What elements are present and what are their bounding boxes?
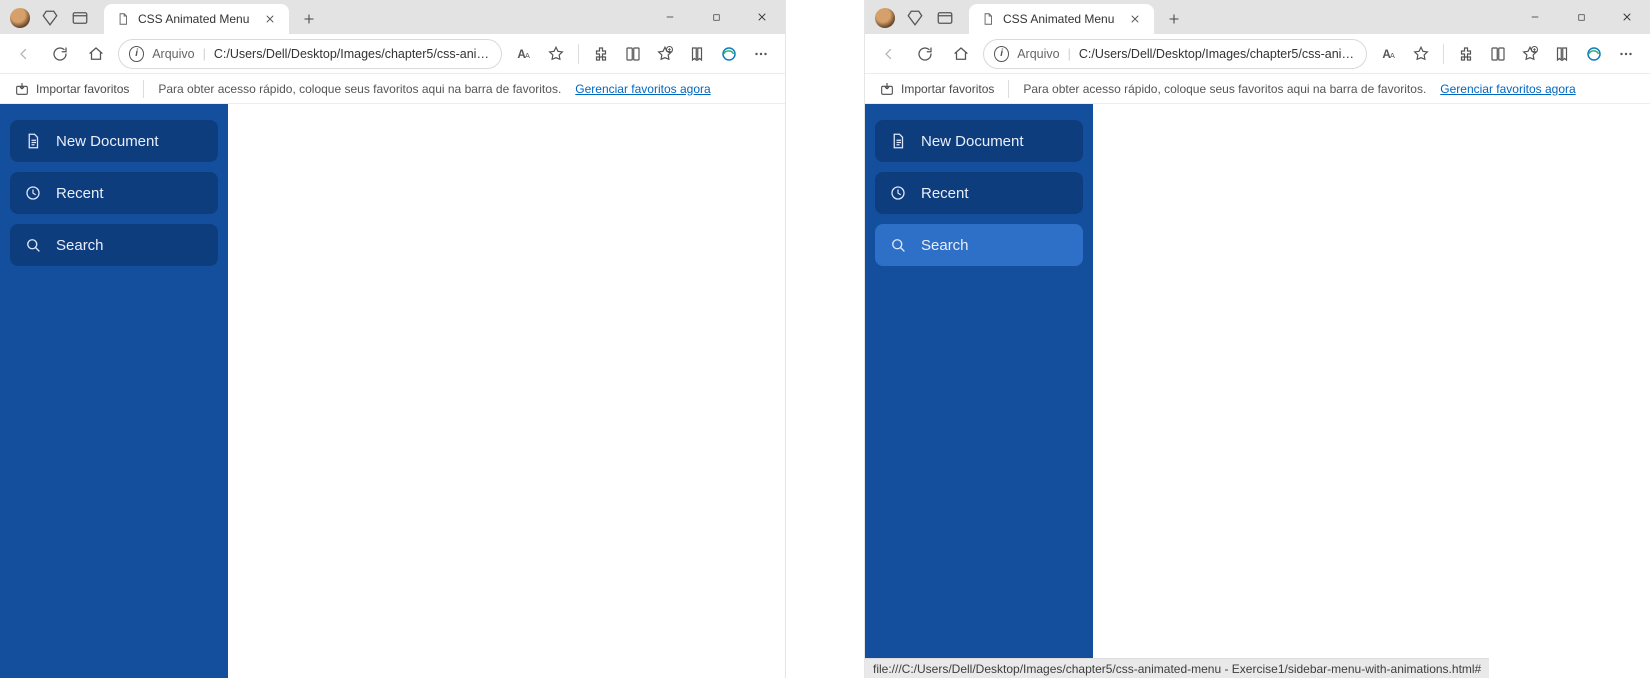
import-favorites-label: Importar favoritos (36, 82, 129, 96)
close-tab-icon[interactable] (263, 12, 277, 26)
menu-item-label: New Document (921, 133, 1024, 150)
status-text: file:///C:/Users/Dell/Desktop/Images/cha… (873, 662, 1481, 676)
collections-icon[interactable] (1548, 40, 1576, 68)
address-scheme: Arquivo (152, 47, 194, 61)
menu-button[interactable] (747, 40, 775, 68)
window-close-button[interactable] (1604, 0, 1650, 34)
collections-icon[interactable] (683, 40, 711, 68)
reader-mode-icon[interactable] (510, 40, 538, 68)
menu-item-label: Recent (921, 185, 969, 202)
favorites-hint: Para obter acesso rápido, coloque seus f… (158, 82, 561, 96)
favorites-bar-icon[interactable] (651, 40, 679, 68)
close-tab-icon[interactable] (1128, 12, 1142, 26)
new-tab-button[interactable] (1160, 5, 1188, 33)
menu-item-search[interactable]: Search (875, 224, 1083, 266)
page-body (228, 104, 785, 678)
menu-item-recent[interactable]: Recent (875, 172, 1083, 214)
workspaces-icon[interactable] (40, 8, 60, 28)
doc-icon (889, 132, 907, 150)
favorites-hint: Para obter acesso rápido, coloque seus f… (1023, 82, 1426, 96)
address-bar[interactable]: i Arquivo | C:/Users/Dell/Desktop/Images… (983, 39, 1367, 69)
menu-item-label: New Document (56, 133, 159, 150)
clock-icon (889, 184, 907, 202)
titlebar: CSS Animated Menu (865, 0, 1650, 34)
import-icon (879, 81, 895, 97)
edge-icon[interactable] (1580, 40, 1608, 68)
reload-button[interactable] (911, 40, 939, 68)
extensions-icon[interactable] (587, 40, 615, 68)
reading-list-icon[interactable] (619, 40, 647, 68)
edge-icon[interactable] (715, 40, 743, 68)
back-button[interactable] (875, 40, 903, 68)
menu-item-new-document[interactable]: New Document (10, 120, 218, 162)
status-bar: file:///C:/Users/Dell/Desktop/Images/cha… (865, 658, 1489, 678)
profile-avatar[interactable] (875, 8, 895, 28)
import-favorites-button[interactable]: Importar favoritos (879, 81, 994, 97)
window-maximize-button[interactable] (1558, 0, 1604, 34)
import-favorites-button[interactable]: Importar favoritos (14, 81, 129, 97)
favorite-icon[interactable] (1407, 40, 1435, 68)
browser-window-left: CSS Animated Menu i Arquivo | C:/Users/D… (0, 0, 785, 678)
home-button[interactable] (947, 40, 975, 68)
vertical-tabs-icon[interactable] (70, 8, 90, 28)
site-info-icon[interactable]: i (129, 46, 144, 62)
address-path: C:/Users/Dell/Desktop/Images/chapter5/cs… (214, 47, 491, 61)
window-close-button[interactable] (739, 0, 785, 34)
reading-list-icon[interactable] (1484, 40, 1512, 68)
address-scheme: Arquivo (1017, 47, 1059, 61)
window-divider (785, 0, 865, 678)
vertical-tabs-icon[interactable] (935, 8, 955, 28)
menu-item-recent[interactable]: Recent (10, 172, 218, 214)
site-info-icon[interactable]: i (994, 46, 1009, 62)
search-icon (889, 236, 907, 254)
browser-toolbar: i Arquivo | C:/Users/Dell/Desktop/Images… (0, 34, 785, 74)
titlebar: CSS Animated Menu (0, 0, 785, 34)
new-tab-button[interactable] (295, 5, 323, 33)
menu-item-label: Search (921, 237, 969, 254)
page-body (1093, 104, 1650, 678)
doc-icon (24, 132, 42, 150)
page-content: New Document Recent Search (0, 104, 785, 678)
browser-tab[interactable]: CSS Animated Menu (969, 4, 1154, 34)
import-favorites-label: Importar favoritos (901, 82, 994, 96)
profile-avatar[interactable] (10, 8, 30, 28)
search-icon (24, 236, 42, 254)
menu-item-new-document[interactable]: New Document (875, 120, 1083, 162)
clock-icon (24, 184, 42, 202)
browser-toolbar: i Arquivo | C:/Users/Dell/Desktop/Images… (865, 34, 1650, 74)
menu-item-label: Recent (56, 185, 104, 202)
file-icon (981, 12, 995, 26)
page-content: New Document Recent Search file:///C:/User… (865, 104, 1650, 678)
import-icon (14, 81, 30, 97)
reload-button[interactable] (46, 40, 74, 68)
browser-window-right: CSS Animated Menu i Arquivo | C:/Users/D… (865, 0, 1650, 678)
reader-mode-icon[interactable] (1375, 40, 1403, 68)
tab-title: CSS Animated Menu (138, 12, 249, 26)
favorites-bar-icon[interactable] (1516, 40, 1544, 68)
tab-title: CSS Animated Menu (1003, 12, 1114, 26)
address-path: C:/Users/Dell/Desktop/Images/chapter5/cs… (1079, 47, 1356, 61)
back-button[interactable] (10, 40, 38, 68)
menu-item-label: Search (56, 237, 104, 254)
bookmarks-bar: Importar favoritos Para obter acesso ráp… (865, 74, 1650, 104)
home-button[interactable] (82, 40, 110, 68)
extensions-icon[interactable] (1452, 40, 1480, 68)
manage-favorites-link[interactable]: Gerenciar favoritos agora (1440, 82, 1575, 96)
window-minimize-button[interactable] (1512, 0, 1558, 34)
app-sidebar: New Document Recent Search (865, 104, 1093, 678)
bookmarks-bar: Importar favoritos Para obter acesso ráp… (0, 74, 785, 104)
menu-item-search[interactable]: Search (10, 224, 218, 266)
address-bar[interactable]: i Arquivo | C:/Users/Dell/Desktop/Images… (118, 39, 502, 69)
browser-tab[interactable]: CSS Animated Menu (104, 4, 289, 34)
manage-favorites-link[interactable]: Gerenciar favoritos agora (575, 82, 710, 96)
workspaces-icon[interactable] (905, 8, 925, 28)
favorite-icon[interactable] (542, 40, 570, 68)
file-icon (116, 12, 130, 26)
window-maximize-button[interactable] (693, 0, 739, 34)
window-minimize-button[interactable] (647, 0, 693, 34)
menu-button[interactable] (1612, 40, 1640, 68)
app-sidebar: New Document Recent Search (0, 104, 228, 678)
